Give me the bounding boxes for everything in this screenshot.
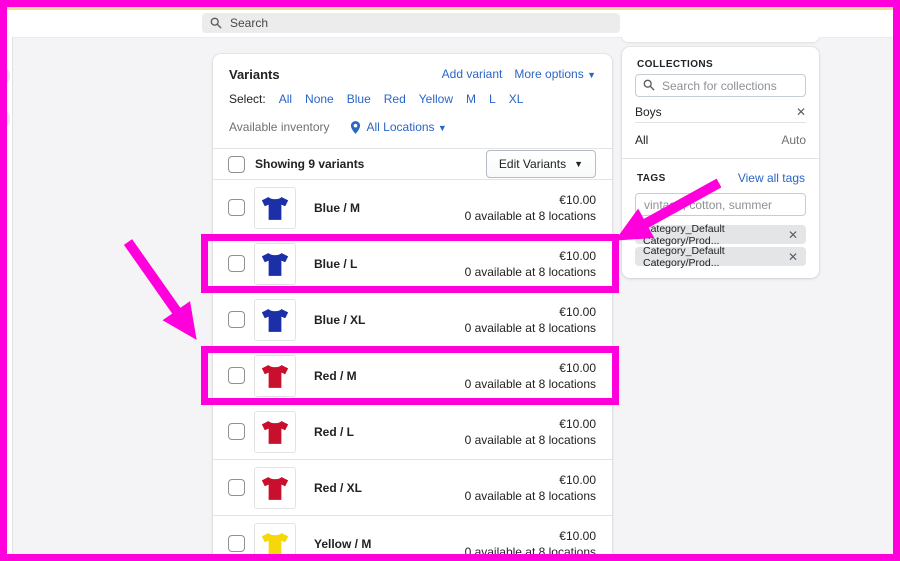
organization-card: COLLECTIONS Boys ✕ All Auto TAGS View al… bbox=[622, 47, 819, 278]
select-option-l[interactable]: L bbox=[489, 92, 496, 106]
variant-price: €10.00 bbox=[465, 248, 596, 264]
variant-label: Blue / L bbox=[314, 257, 357, 271]
variant-price: €10.00 bbox=[465, 528, 596, 544]
collections-footer: All Auto bbox=[635, 133, 806, 147]
tshirt-icon bbox=[258, 415, 292, 449]
select-option-m[interactable]: M bbox=[466, 92, 476, 106]
variant-row[interactable]: Red / M €10.00 0 available at 8 location… bbox=[213, 348, 612, 404]
select-label: Select: bbox=[229, 92, 266, 106]
variant-price: €10.00 bbox=[465, 304, 596, 320]
tags-heading: TAGS bbox=[637, 173, 666, 184]
variant-checkbox[interactable] bbox=[228, 423, 245, 440]
select-option-blue[interactable]: Blue bbox=[347, 92, 371, 106]
all-locations-filter[interactable]: All Locations ▼ bbox=[367, 120, 447, 134]
collection-item: Boys ✕ bbox=[635, 105, 806, 119]
variant-row[interactable]: Blue / L €10.00 0 available at 8 locatio… bbox=[213, 236, 612, 292]
variant-label: Yellow / M bbox=[314, 537, 371, 551]
more-options-link[interactable]: More options ▼ bbox=[514, 67, 596, 81]
variant-availability: 0 available at 8 locations bbox=[465, 320, 596, 336]
global-search-input[interactable] bbox=[202, 13, 620, 33]
variants-card: Variants Add variant More options ▼ Sele… bbox=[213, 54, 612, 561]
trial-banner-strip bbox=[0, 0, 900, 10]
remove-collection-icon[interactable]: ✕ bbox=[796, 105, 806, 119]
variant-availability: 0 available at 8 locations bbox=[465, 208, 596, 224]
variant-thumbnail[interactable] bbox=[254, 243, 296, 285]
collections-auto-label: Auto bbox=[781, 133, 806, 147]
variant-thumbnail[interactable] bbox=[254, 467, 296, 509]
select-all-checkbox[interactable] bbox=[228, 156, 245, 173]
variant-label: Blue / XL bbox=[314, 313, 365, 327]
variant-row[interactable]: Blue / M €10.00 0 available at 8 locatio… bbox=[213, 180, 612, 236]
search-icon bbox=[210, 17, 222, 29]
variant-thumbnail[interactable] bbox=[254, 523, 296, 561]
tshirt-icon bbox=[258, 191, 292, 225]
variant-price: €10.00 bbox=[465, 416, 596, 432]
tshirt-icon bbox=[258, 359, 292, 393]
chevron-down-icon: ▼ bbox=[438, 123, 447, 133]
tag-chip: Category_Default Category/Prod...✕ bbox=[635, 225, 806, 244]
variant-row[interactable]: Blue / XL €10.00 0 available at 8 locati… bbox=[213, 292, 612, 348]
variant-thumbnail[interactable] bbox=[254, 411, 296, 453]
variant-label: Blue / M bbox=[314, 201, 360, 215]
variant-row[interactable]: Yellow / M €10.00 0 available at 8 locat… bbox=[213, 516, 612, 561]
tshirt-icon bbox=[258, 527, 292, 561]
cutoff-card-bottom bbox=[622, 36, 819, 42]
variant-label: Red / XL bbox=[314, 481, 362, 495]
variants-title: Variants bbox=[229, 67, 280, 82]
tshirt-icon bbox=[258, 247, 292, 281]
variant-checkbox[interactable] bbox=[228, 479, 245, 496]
select-option-red[interactable]: Red bbox=[384, 92, 406, 106]
tag-chip: Category_Default Category/Prod...✕ bbox=[635, 247, 806, 266]
variant-checkbox[interactable] bbox=[228, 367, 245, 384]
variant-select-row: Select: All None Blue Red Yellow ML XL bbox=[229, 92, 596, 106]
select-option-none[interactable]: None bbox=[305, 92, 334, 106]
search-icon bbox=[643, 79, 655, 91]
shopify-product-page: Variants Add variant More options ▼ Sele… bbox=[0, 0, 900, 561]
select-option-xl[interactable]: XL bbox=[509, 92, 524, 106]
variant-label: Red / L bbox=[314, 425, 354, 439]
tshirt-icon bbox=[258, 471, 292, 505]
variant-price: €10.00 bbox=[465, 360, 596, 376]
variant-checkbox[interactable] bbox=[228, 535, 245, 552]
available-inventory-label: Available inventory bbox=[229, 120, 330, 134]
top-search-bar bbox=[0, 10, 900, 38]
variant-checkbox[interactable] bbox=[228, 311, 245, 328]
view-all-tags-link[interactable]: View all tags bbox=[738, 171, 805, 185]
variant-row[interactable]: Red / L €10.00 0 available at 8 location… bbox=[213, 404, 612, 460]
variant-availability: 0 available at 8 locations bbox=[465, 432, 596, 448]
remove-tag-icon[interactable]: ✕ bbox=[788, 228, 798, 242]
tshirt-icon bbox=[258, 303, 292, 337]
select-option-all[interactable]: All bbox=[279, 92, 292, 106]
edit-variants-button[interactable]: Edit Variants▼ bbox=[486, 150, 596, 178]
variant-availability: 0 available at 8 locations bbox=[465, 544, 596, 560]
tags-input[interactable] bbox=[635, 193, 806, 216]
variant-price: €10.00 bbox=[465, 192, 596, 208]
collections-all-label: All bbox=[635, 133, 648, 147]
add-variant-link[interactable]: Add variant bbox=[442, 67, 503, 81]
variant-availability: 0 available at 8 locations bbox=[465, 376, 596, 392]
variant-list: Blue / M €10.00 0 available at 8 locatio… bbox=[213, 180, 612, 561]
remove-tag-icon[interactable]: ✕ bbox=[788, 250, 798, 264]
variant-checkbox[interactable] bbox=[228, 255, 245, 272]
variant-availability: 0 available at 8 locations bbox=[465, 264, 596, 280]
variant-thumbnail[interactable] bbox=[254, 355, 296, 397]
variant-label: Red / M bbox=[314, 369, 357, 383]
variant-thumbnail[interactable] bbox=[254, 299, 296, 341]
chevron-down-icon: ▼ bbox=[574, 160, 583, 169]
showing-variants-count: Showing 9 variants bbox=[255, 157, 364, 171]
variant-availability: 0 available at 8 locations bbox=[465, 488, 596, 504]
arrow-to-red-m bbox=[128, 242, 196, 339]
variant-price: €10.00 bbox=[465, 472, 596, 488]
location-pin-icon bbox=[350, 121, 361, 134]
variant-row[interactable]: Red / XL €10.00 0 available at 8 locatio… bbox=[213, 460, 612, 516]
variant-checkbox[interactable] bbox=[228, 199, 245, 216]
collections-search-input[interactable] bbox=[635, 74, 806, 97]
chevron-down-icon: ▼ bbox=[587, 70, 596, 80]
collections-heading: COLLECTIONS bbox=[637, 59, 713, 70]
select-option-yellow[interactable]: Yellow bbox=[419, 92, 453, 106]
variant-thumbnail[interactable] bbox=[254, 187, 296, 229]
